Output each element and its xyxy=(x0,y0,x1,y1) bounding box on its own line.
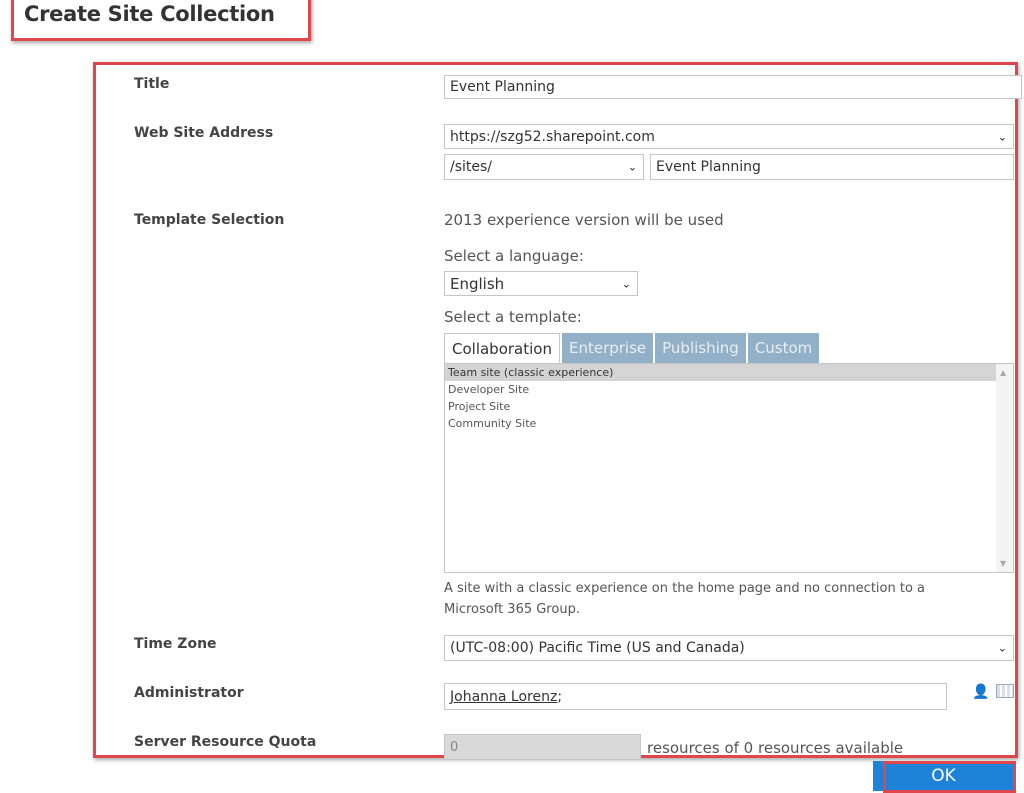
site-name-input[interactable]: Event Planning xyxy=(650,154,1014,180)
chevron-down-icon: ⌄ xyxy=(997,130,1007,143)
tab-enterprise[interactable]: Enterprise xyxy=(561,333,654,363)
language-select-value: English xyxy=(450,274,505,293)
list-item[interactable]: Project Site xyxy=(445,398,996,415)
administrator-label: Administrator xyxy=(134,685,244,701)
language-select[interactable]: English ⌄ xyxy=(444,271,638,296)
domain-select-value: https://szg52.sharepoint.com xyxy=(450,128,655,145)
listbox-scrollbar[interactable]: ▲ ▼ xyxy=(996,364,1013,572)
title-label: Title xyxy=(134,76,170,92)
time-zone-label: Time Zone xyxy=(134,636,217,652)
template-description: A site with a classic experience on the … xyxy=(444,581,925,617)
server-resource-quota-label: Server Resource Quota xyxy=(134,734,317,750)
tab-custom[interactable]: Custom xyxy=(747,333,820,363)
quota-input-value: 0 xyxy=(450,739,459,755)
version-note: 2013 experience version will be used xyxy=(444,211,724,229)
address-book-icon[interactable] xyxy=(996,684,1014,698)
quota-suffix: resources of 0 resources available xyxy=(647,739,904,757)
web-site-address-label: Web Site Address xyxy=(134,125,274,141)
path-select-value: /sites/ xyxy=(450,159,493,175)
page-title: Create Site Collection xyxy=(24,2,275,26)
administrator-input[interactable]: Johanna Lorenz; xyxy=(444,683,947,710)
time-zone-select[interactable]: (UTC-08:00) Pacific Time (US and Canada)… xyxy=(444,635,1014,661)
template-selection-label: Template Selection xyxy=(134,212,285,228)
title-input[interactable]: Event Planning xyxy=(444,75,1022,99)
template-listbox[interactable]: Team site (classic experience) Developer… xyxy=(444,363,1014,573)
administrator-separator: ; xyxy=(557,688,563,705)
language-label: Select a language: xyxy=(444,247,584,265)
list-item[interactable]: Developer Site xyxy=(445,381,996,398)
quota-input: 0 xyxy=(444,734,641,760)
chevron-down-icon: ⌄ xyxy=(621,277,631,290)
site-name-input-value: Event Planning xyxy=(656,159,761,175)
tab-publishing[interactable]: Publishing xyxy=(655,333,746,363)
administrator-name[interactable]: Johanna Lorenz xyxy=(450,689,557,705)
tab-collaboration[interactable]: Collaboration xyxy=(444,333,560,363)
check-names-icon[interactable]: 👤 xyxy=(972,684,989,700)
chevron-down-icon: ⌄ xyxy=(997,641,1007,655)
title-input-value: Event Planning xyxy=(450,79,555,95)
scroll-up-icon[interactable]: ▲ xyxy=(1000,368,1006,377)
list-item[interactable]: Team site (classic experience) xyxy=(445,364,996,381)
template-tabs: Collaboration Enterprise Publishing Cust… xyxy=(444,333,821,363)
chevron-down-icon: ⌄ xyxy=(627,160,637,174)
time-zone-select-value: (UTC-08:00) Pacific Time (US and Canada) xyxy=(450,640,745,656)
template-label: Select a template: xyxy=(444,308,582,326)
ok-button[interactable]: OK xyxy=(873,761,1014,791)
domain-select[interactable]: https://szg52.sharepoint.com ⌄ xyxy=(444,124,1014,149)
list-item[interactable]: Community Site xyxy=(445,415,996,432)
scroll-down-icon[interactable]: ▼ xyxy=(1000,559,1006,568)
path-select[interactable]: /sites/ ⌄ xyxy=(444,154,644,180)
